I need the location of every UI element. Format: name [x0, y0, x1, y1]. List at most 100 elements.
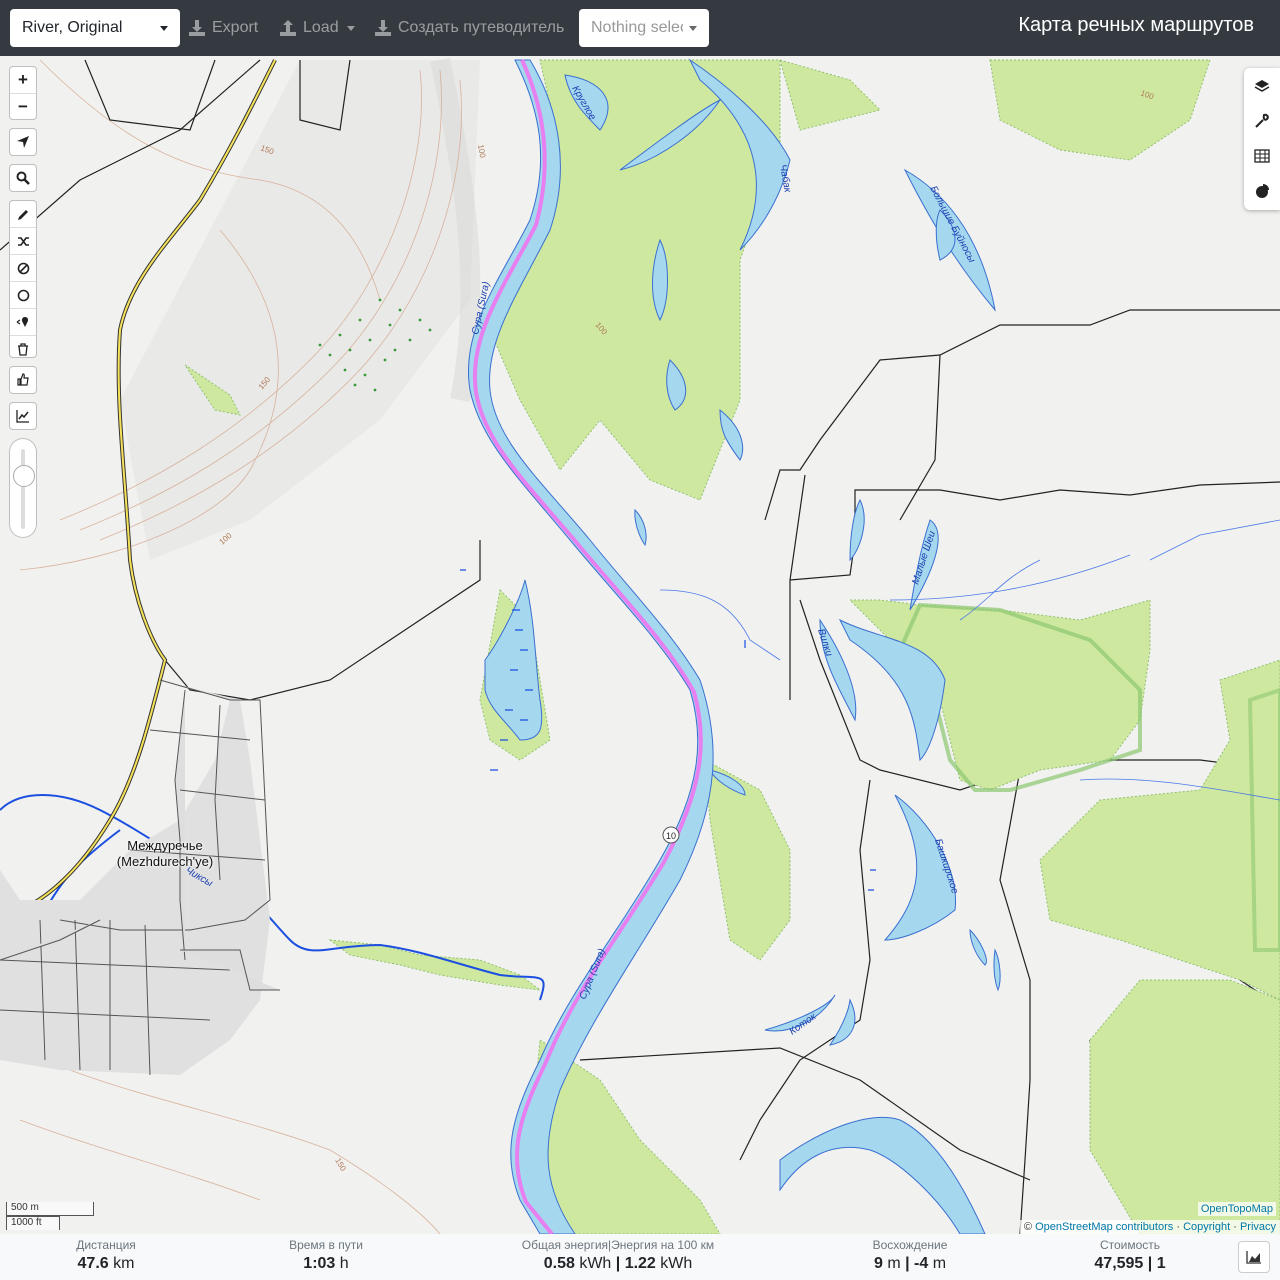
search-icon [16, 171, 30, 185]
map-canvas[interactable]: 10 Круглое Чабак Большие Буйносы Сура (S… [0, 56, 1280, 1234]
osm-contributors-link[interactable]: OpenStreetMap contributors [1035, 1221, 1173, 1233]
chevron-down-icon [346, 25, 355, 31]
table-button[interactable] [1244, 138, 1280, 173]
elevation-chart-icon [16, 410, 29, 423]
stat-time: Время в пути 1:03 h [270, 1238, 382, 1273]
export-button[interactable]: Export [188, 16, 258, 40]
thumbs-up-button[interactable] [10, 367, 36, 393]
locate-control [9, 128, 37, 156]
profile-select-value: River, Original [22, 19, 123, 36]
route-marker-label: 10 [666, 831, 676, 841]
trash-icon [18, 342, 28, 356]
zoom-control: + − [9, 66, 37, 120]
zoom-in-button[interactable]: + [10, 67, 36, 93]
draw-toolbar [9, 200, 37, 358]
stat-distance-value: 47.6 [77, 1255, 109, 1272]
poi-button[interactable] [10, 308, 36, 335]
create-guide-label: Создать путеводитель [398, 19, 565, 36]
stat-time-label: Время в пути [289, 1238, 363, 1252]
download-icon [189, 20, 205, 36]
stat-energy-total-value: 0.58 [543, 1255, 575, 1272]
right-control-panel [1244, 68, 1280, 210]
stat-ascent-up-unit: m [887, 1255, 901, 1272]
download-icon [375, 20, 391, 36]
attribution-sep: · [1176, 1221, 1180, 1233]
stat-ascent-down-value: -4 [914, 1255, 929, 1272]
stat-energy-label: Общая энергия|Энергия на 100 км [521, 1238, 715, 1252]
zoom-out-button[interactable]: − [10, 93, 36, 120]
elevation-control [9, 402, 37, 430]
circle-button[interactable] [10, 281, 36, 308]
search-button[interactable] [10, 165, 36, 191]
stat-cost-secondary-value: 1 [1156, 1255, 1166, 1272]
stat-time-value: 1:03 [303, 1255, 336, 1272]
create-guide-button[interactable]: Создать путеводитель [374, 16, 564, 40]
pie-chart-icon [1256, 183, 1269, 198]
profile-select[interactable]: River, Original [10, 9, 180, 47]
draw-route-button[interactable] [10, 201, 36, 227]
scale-imperial: 1000 ft [6, 1216, 60, 1230]
pencil-icon [17, 209, 28, 220]
route-select-placeholder: Nothing selected [591, 19, 683, 36]
stat-cost-value: 47,595 [1094, 1255, 1144, 1272]
stat-energy: Общая энергия|Энергия на 100 км 0.58 kWh… [505, 1238, 731, 1273]
opentopomap-link[interactable]: OpenTopoMap [1197, 1202, 1276, 1216]
wrench-icon [1255, 113, 1269, 128]
layers-button[interactable] [1244, 68, 1280, 103]
load-button[interactable]: Load [279, 16, 355, 40]
stat-energy-per100-value: 1.22 [624, 1255, 656, 1272]
delete-route-button[interactable] [10, 335, 36, 362]
stat-ascent-up-value: 9 [873, 1255, 883, 1272]
stat-energy-total-unit: kWh [579, 1255, 612, 1272]
shuffle-icon [17, 236, 29, 246]
attribution: © OpenStreetMap contributors · Copyright… [1019, 1220, 1280, 1234]
scale-metric: 500 m [6, 1202, 94, 1216]
table-icon [1254, 148, 1270, 163]
circle-icon [17, 289, 29, 301]
attribution-sep: · [1233, 1221, 1237, 1233]
area-chart-icon [1246, 1251, 1261, 1264]
map[interactable]: 10 Круглое Чабак Большие Буйносы Сура (S… [0, 56, 1280, 1234]
copyright-symbol: © [1023, 1221, 1033, 1233]
no-go-area-button[interactable] [10, 254, 36, 281]
poi-icon [16, 316, 29, 327]
stat-time-unit: h [339, 1255, 349, 1272]
export-label: Export [212, 19, 259, 36]
place-label-mezhdurechye: Междуречье (Mezhdurech'ye) [116, 838, 214, 869]
shuffle-button[interactable] [10, 227, 36, 254]
chevron-down-icon [689, 25, 697, 31]
stat-ascent-down-unit: m [932, 1255, 947, 1272]
navbar: River, Original Export Load Создать путе… [0, 0, 1280, 56]
locate-button[interactable] [10, 129, 36, 155]
stat-ascent-label: Восхождение [872, 1238, 948, 1252]
stat-distance-label: Дистанция [76, 1238, 136, 1252]
app-title: Карта речных маршрутов [1018, 14, 1254, 36]
route-select[interactable]: Nothing selected [579, 9, 709, 47]
layers-icon [1254, 79, 1270, 92]
stat-distance-unit: km [113, 1255, 135, 1272]
upload-icon [280, 20, 296, 36]
route-stats-bar: Дистанция 47.6 km Время в пути 1:03 h Об… [0, 1234, 1280, 1280]
elevation-chart-button[interactable] [10, 403, 36, 429]
opacity-slider-track [21, 449, 25, 529]
stat-cost: Стоимость 47,595 | 1 [1082, 1238, 1178, 1273]
stat-cost-label: Стоимость [1099, 1238, 1161, 1252]
chevron-down-icon [160, 25, 168, 31]
locate-icon [17, 136, 29, 148]
no-go-area-icon [17, 262, 29, 274]
privacy-link[interactable]: Privacy [1240, 1221, 1276, 1233]
stat-distance: Дистанция 47.6 km [56, 1238, 156, 1273]
elevation-profile-button[interactable] [1238, 1241, 1270, 1273]
customize-control [9, 366, 37, 394]
opacity-slider[interactable] [9, 438, 37, 538]
settings-button[interactable] [1244, 103, 1280, 138]
opacity-slider-handle[interactable] [13, 465, 35, 487]
scale-bar: 500 m 1000 ft [6, 1202, 94, 1230]
load-label: Load [303, 19, 339, 36]
stat-ascent: Восхождение 9 m | -4 m [858, 1238, 962, 1273]
stat-energy-per100-unit: kWh [660, 1255, 693, 1272]
search-control [9, 164, 37, 192]
thumbs-up-icon [17, 373, 29, 386]
statistics-button[interactable] [1244, 173, 1280, 208]
copyright-link[interactable]: Copyright [1183, 1221, 1230, 1233]
